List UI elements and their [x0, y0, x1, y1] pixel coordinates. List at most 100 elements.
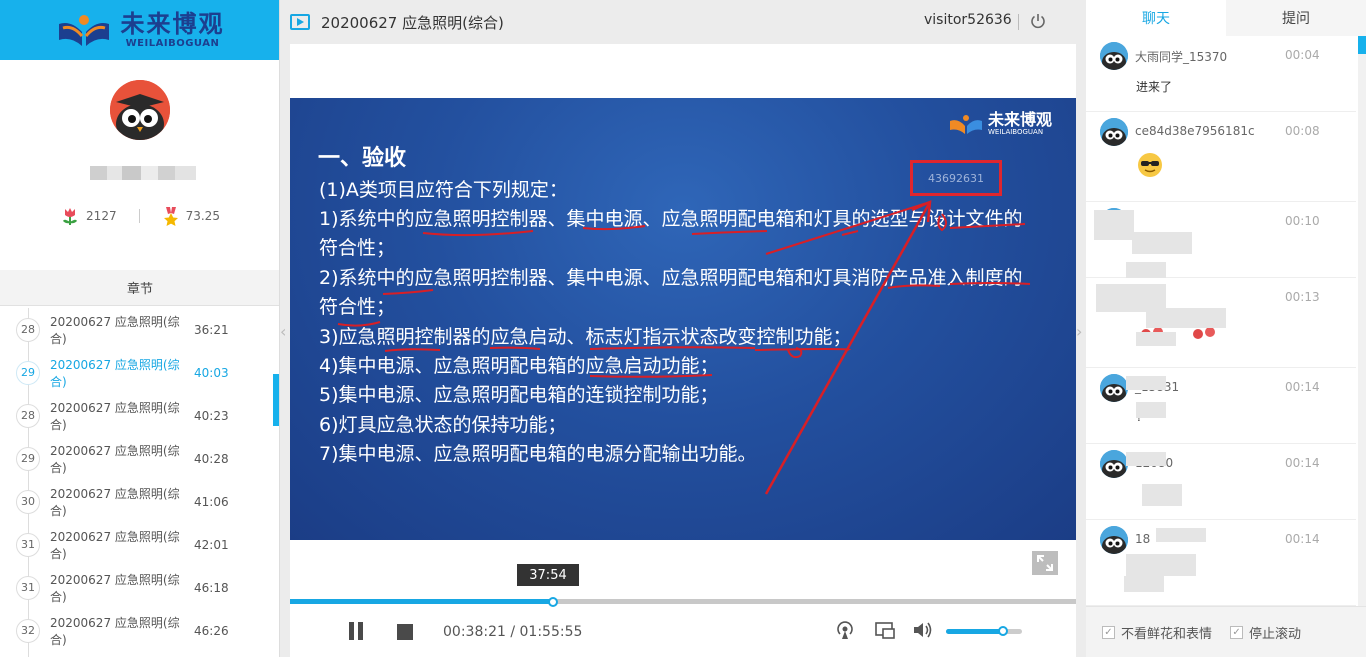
- chat-list: 大雨同学_15370 00:04 进来了 ce84d38e7956181c 00:08 0…: [1086, 36, 1356, 606]
- avatar: [110, 80, 170, 140]
- blurred-content: [1132, 232, 1192, 254]
- volume-icon[interactable]: [912, 620, 934, 640]
- picture-in-picture-icon[interactable]: [874, 620, 896, 640]
- stop-button[interactable]: [397, 624, 413, 640]
- chapter-header: 章节: [0, 270, 279, 306]
- chapter-number: 28: [16, 403, 40, 428]
- chapter-item[interactable]: 30 20200627 应急照明(综合) 41:06: [0, 480, 279, 523]
- stop-scroll-checkbox[interactable]: ✓ 停止滚动: [1230, 623, 1301, 642]
- blurred-content: [1126, 554, 1196, 576]
- time-readout: 00:38:21 / 01:55:55: [443, 624, 582, 640]
- collapse-left-icon[interactable]: ‹: [280, 322, 286, 341]
- blurred-content: [1126, 452, 1166, 466]
- chapter-item[interactable]: 28 20200627 应急照明(综合) 36:21: [0, 308, 279, 351]
- volume-slider[interactable]: [946, 629, 1022, 634]
- flower-count: 2127: [86, 209, 117, 223]
- chat-scrollbar[interactable]: [1358, 36, 1366, 606]
- chapter-item[interactable]: 29 20200627 应急照明(综合) 40:03: [0, 351, 279, 394]
- brand-name-cn: 未来博观: [120, 9, 225, 38]
- logo-book-icon: [58, 15, 109, 46]
- flower-stat: 2127: [60, 206, 117, 226]
- chat-message: 00:13: [1086, 278, 1356, 368]
- chapter-title: 20200627 应急照明(综合): [50, 443, 180, 475]
- current-time: 00:38:21: [443, 624, 506, 640]
- collapse-right-icon[interactable]: ›: [1076, 322, 1082, 341]
- annotation-overlay: [337, 199, 1031, 495]
- chapter-number: 32: [16, 618, 40, 643]
- right-panel: 聊天 提问 大雨同学_15370 00:04 进来了 ce84d38e7956181c 0…: [1086, 0, 1366, 657]
- checkbox-label: 不看鲜花和表情: [1121, 626, 1213, 642]
- chat-scrollbar-thumb[interactable]: [1358, 36, 1366, 54]
- chat-text: 进来了: [1136, 80, 1173, 94]
- volume-handle[interactable]: [998, 626, 1008, 636]
- power-icon[interactable]: [1029, 12, 1047, 30]
- chat-time: 00:14: [1285, 456, 1320, 470]
- chapter-time: 46:18: [194, 580, 229, 595]
- chapter-number: 29: [16, 360, 40, 385]
- chat-time: 00:10: [1285, 214, 1320, 228]
- owl-avatar-icon: [1100, 42, 1128, 70]
- logo-bar: 未来博观 WEILAIBOGUAN: [0, 0, 279, 60]
- blurred-content: [1146, 308, 1226, 328]
- score-value: 73.25: [185, 209, 220, 223]
- course-title: 20200627 应急照明(综合): [321, 13, 504, 32]
- chat-time: 00:13: [1285, 290, 1320, 304]
- blurred-content: [1126, 376, 1166, 390]
- chapter-item[interactable]: 31 20200627 应急照明(综合) 42:01: [0, 523, 279, 566]
- player-controls: 00:38:21 / 01:55:55: [290, 604, 1076, 657]
- total-time: 01:55:55: [519, 624, 583, 640]
- broadcast-icon[interactable]: [834, 620, 856, 640]
- main-area: 20200627 应急照明(综合) visitor52636 ‹ › 未来博观 …: [280, 0, 1086, 657]
- seek-tooltip: 37:54: [517, 564, 579, 586]
- blurred-content: [1126, 262, 1166, 278]
- tab-chat[interactable]: 聊天: [1086, 0, 1226, 36]
- visitor-name: visitor52636: [924, 12, 1012, 28]
- expand-icon: [1037, 555, 1053, 571]
- user-stats: 2127 73.25: [0, 206, 279, 226]
- chat-time: 00:04: [1285, 48, 1320, 62]
- chat-username: ce84d38e7956181c: [1135, 124, 1255, 138]
- fullscreen-button[interactable]: [1032, 551, 1058, 575]
- time-separator: /: [510, 624, 520, 640]
- hide-flowers-checkbox[interactable]: ✓ 不看鲜花和表情: [1102, 623, 1212, 642]
- checkbox-label: 停止滚动: [1249, 626, 1302, 642]
- chapter-list: 28 20200627 应急照明(综合) 36:21 29 20200627 应急照明(…: [0, 308, 279, 652]
- pause-button[interactable]: [349, 622, 363, 640]
- chat-time: 00:14: [1285, 380, 1320, 394]
- chapter-item[interactable]: 29 20200627 应急照明(综合) 40:28: [0, 437, 279, 480]
- chapter-item[interactable]: 31 20200627 应急照明(综合) 46:18: [0, 566, 279, 609]
- chat-options: ✓ 不看鲜花和表情 ✓ 停止滚动: [1086, 606, 1366, 657]
- chat-time: 00:14: [1285, 532, 1320, 546]
- chapter-item[interactable]: 32 20200627 应急照明(综合) 46:26: [0, 609, 279, 652]
- chat-message: 大雨同学_15370 00:04 进来了: [1086, 36, 1356, 112]
- chat-message: 00:10: [1086, 202, 1356, 278]
- blurred-username: [90, 166, 196, 180]
- blurred-content: [1142, 484, 1182, 506]
- cool-emoji-icon: [1136, 150, 1164, 178]
- chat-message: ce84d38e7956181c 00:08: [1086, 112, 1356, 202]
- medal-stat: 73.25: [162, 206, 220, 226]
- chapter-number: 30: [16, 489, 40, 514]
- panel-tabs: 聊天 提问: [1086, 0, 1366, 36]
- video-icon: [290, 14, 310, 30]
- chat-message: 1208000:14: [1086, 444, 1356, 520]
- top-divider: [1018, 14, 1019, 30]
- chapter-number: 29: [16, 446, 40, 471]
- chat-message: 18 00:14: [1086, 520, 1356, 606]
- chapter-number: 28: [16, 317, 40, 342]
- chapter-title: 20200627 应急照明(综合): [50, 615, 180, 647]
- brand-name-en: WEILAIBOGUAN: [125, 37, 220, 49]
- chapter-title: 20200627 应急照明(综合): [50, 314, 180, 346]
- user-profile: 2127 73.25: [0, 60, 279, 270]
- chapter-time: 40:28: [194, 451, 229, 466]
- chapter-item[interactable]: 28 20200627 应急照明(综合) 40:23: [0, 394, 279, 437]
- blurred-content: [1136, 332, 1176, 346]
- chapter-time: 41:06: [194, 494, 229, 509]
- chapter-title: 20200627 应急照明(综合): [50, 400, 180, 432]
- chat-time: 00:08: [1285, 124, 1320, 138]
- chapter-time: 40:23: [194, 408, 229, 423]
- tab-questions[interactable]: 提问: [1226, 0, 1366, 36]
- owl-avatar-icon: [1100, 118, 1128, 146]
- chapter-scrollbar[interactable]: [273, 374, 279, 426]
- volume-fill: [946, 629, 1003, 634]
